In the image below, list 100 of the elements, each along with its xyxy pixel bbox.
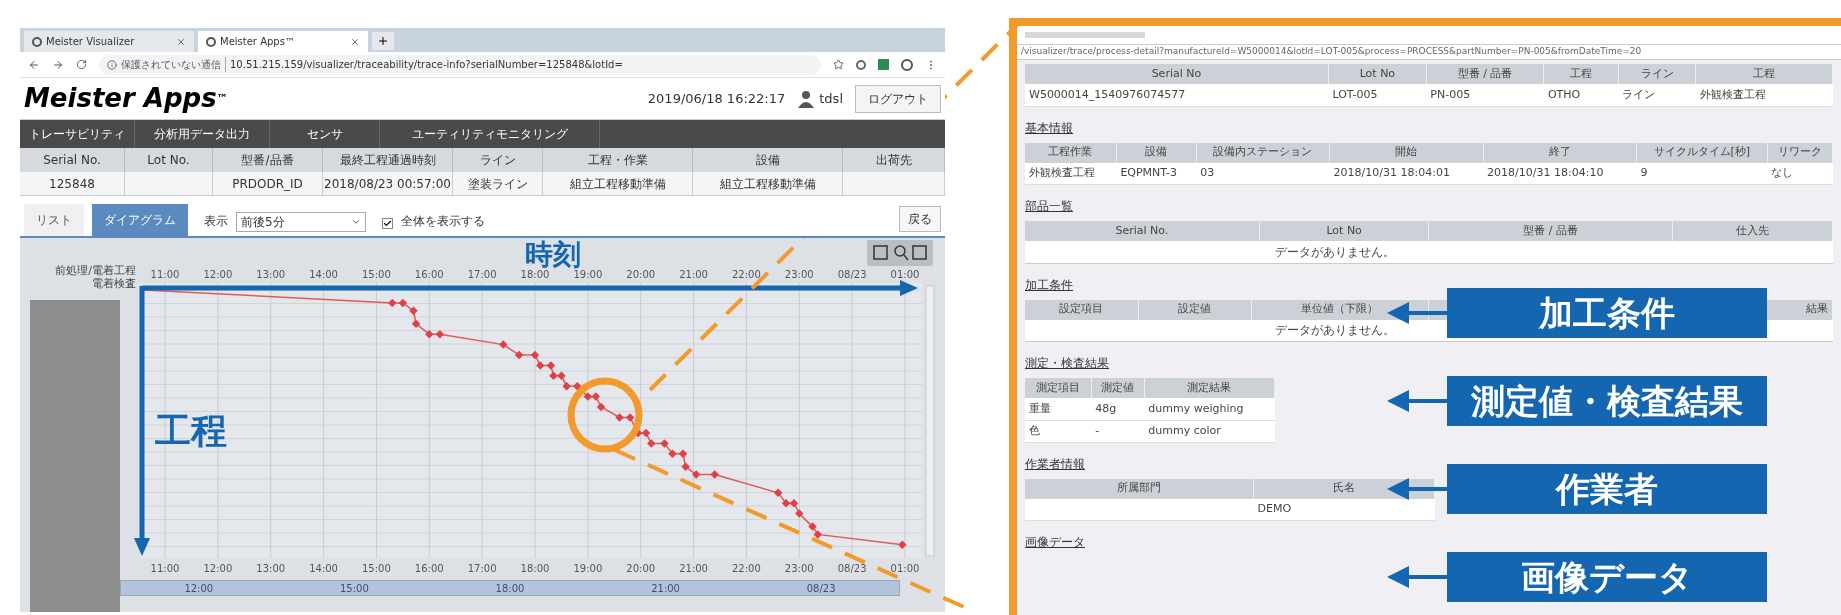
pointer-arrow <box>1387 390 1447 412</box>
new-tab-button[interactable] <box>372 32 394 50</box>
column-header: 設備内ステーション <box>1196 142 1330 163</box>
section-title[interactable]: 画像データ <box>1025 535 1085 549</box>
table-cell: dummy color <box>1144 420 1275 442</box>
vertical-scrollbar[interactable] <box>925 285 935 557</box>
column-header: 型番 / 品番 <box>1428 221 1673 241</box>
section-title[interactable]: 加工条件 <box>1025 277 1073 292</box>
column-header: リワーク <box>1767 142 1833 163</box>
browser-tab[interactable]: Meister Apps™ <box>198 31 368 52</box>
url-text: 10.51.215.159/visualizer/traceability/trace-info?serialNumber=125848&lotId= <box>230 58 623 72</box>
data-point-marker <box>557 371 566 381</box>
data-point-marker <box>499 340 508 349</box>
data-point-marker <box>668 449 677 459</box>
checkbox[interactable] <box>382 218 393 229</box>
table-cell: 組立工程移動準備 <box>693 172 843 196</box>
time-tick-label: 14:00 <box>309 563 338 574</box>
column-header: 所属部門 <box>1025 478 1254 499</box>
table-cell: 2018/08/23 00:57:00 <box>323 172 453 196</box>
pointer-arrow <box>1387 478 1447 500</box>
data-point-marker <box>647 439 656 448</box>
data-point-marker <box>781 498 791 508</box>
pointer-arrow <box>1387 566 1447 588</box>
empty-message: データがありません。 <box>1275 244 1395 259</box>
time-tick-label: 17:00 <box>467 563 497 574</box>
table-cell: PRDODR_ID <box>213 172 323 196</box>
column-header: ライン <box>1618 64 1696 84</box>
data-point-marker <box>591 392 601 401</box>
range-select[interactable]: 前後5分 <box>236 212 366 232</box>
globe-icon <box>32 36 42 47</box>
data-point-marker <box>710 470 719 479</box>
column-header: Serial No <box>1025 64 1329 84</box>
star-icon[interactable] <box>833 59 844 70</box>
column-header: Serial No. <box>1025 221 1260 241</box>
process-label: 前処理/電着工程 <box>55 264 136 277</box>
reload-icon[interactable] <box>76 59 87 70</box>
data-point-marker <box>633 428 643 438</box>
column-header: 設定項目 <box>1025 299 1139 320</box>
data-point-marker <box>435 329 445 339</box>
data-point-marker <box>549 371 558 381</box>
column-header: 工程・作業 <box>543 148 693 172</box>
time-range-selection[interactable]: 12:00 15:00 18:00 21:00 08/23 <box>121 581 899 595</box>
time-tick-label: 22:00 <box>732 563 761 574</box>
callout-label: 測定値・検査結果 <box>1447 376 1767 426</box>
account-icon[interactable] <box>901 58 913 71</box>
time-tick-label: 17:00 <box>467 269 497 280</box>
current-datetime: 2019/06/18 16:22:17 <box>647 89 786 108</box>
column-header: 設備 <box>693 148 843 172</box>
section-title[interactable]: 部品一覧 <box>1025 199 1073 213</box>
time-tick-label: 19:00 <box>573 563 603 574</box>
process-label: 電着検査 <box>92 277 136 290</box>
table-cell: 2018/10/31 18:04:10 <box>1483 162 1637 185</box>
range-tick-label: 08/23 <box>806 581 836 596</box>
column-header: 設定値 <box>1138 299 1252 320</box>
column-header: 設備 <box>1116 142 1197 163</box>
extension-icon[interactable] <box>856 59 866 70</box>
table-cell: EQPMNT-3 <box>1116 162 1197 185</box>
back-icon[interactable] <box>28 58 40 71</box>
range-tick-label: 12:00 <box>184 581 214 596</box>
browser-tab[interactable]: Meister Visualizer <box>24 31 194 52</box>
view-tab[interactable]: ダイアグラム <box>92 204 188 236</box>
section-title[interactable]: 測定・検査結果 <box>1025 356 1109 370</box>
user-name: tdsl <box>819 89 843 108</box>
table-cell: 外観検査工程 <box>1695 84 1833 106</box>
table-cell: DEMO <box>1253 498 1435 521</box>
data-point-marker <box>691 470 701 479</box>
time-tick-label: 16:00 <box>414 563 444 574</box>
time-tick-label: 13:00 <box>256 563 286 574</box>
time-tick-label: 13:00 <box>256 269 286 280</box>
column-header: 型番 / 品番 <box>1426 64 1544 84</box>
column-header: 測定値 <box>1091 378 1145 398</box>
column-header: Serial No. <box>20 148 125 172</box>
close-icon[interactable] <box>350 36 360 47</box>
column-header: 最終工程通過時刻 <box>323 148 453 172</box>
forward-icon[interactable] <box>52 58 64 71</box>
data-point-marker <box>409 306 418 316</box>
time-tick-label: 23:00 <box>784 269 814 280</box>
process-axis-title: 工程 <box>155 410 227 451</box>
callout-label: 画像データ <box>1447 552 1767 602</box>
pointer-arrow <box>1387 302 1447 324</box>
close-icon[interactable] <box>176 36 186 47</box>
plus-icon <box>377 35 389 47</box>
column-header: ライン <box>453 148 543 172</box>
data-point-marker <box>583 392 593 401</box>
column-header: 出荷先 <box>843 148 945 172</box>
info-icon <box>107 59 117 70</box>
data-point-marker <box>625 413 635 422</box>
range-tick-label: 18:00 <box>495 581 525 596</box>
logout-button[interactable]: ログアウト <box>855 84 941 113</box>
column-header: Lot No. <box>125 148 213 172</box>
view-tab[interactable]: リスト <box>24 204 84 236</box>
section-title[interactable]: 作業者情報 <box>1025 456 1085 471</box>
app-logo: Meister Apps$^{™}$ <box>24 82 228 115</box>
address-bar[interactable]: 保護されていない通信 10.51.215.159/visualizer/traceability/trace-info?serialNumber=125848&lotId= <box>99 54 821 75</box>
display-label: 表示 <box>204 213 228 230</box>
column-header: 測定項目 <box>1025 378 1092 398</box>
section-title[interactable]: 基本情報 <box>1025 120 1073 135</box>
data-point-marker <box>681 462 690 472</box>
time-tick-label: 01:00 <box>890 563 920 574</box>
back-button[interactable]: 戻る <box>899 206 941 232</box>
